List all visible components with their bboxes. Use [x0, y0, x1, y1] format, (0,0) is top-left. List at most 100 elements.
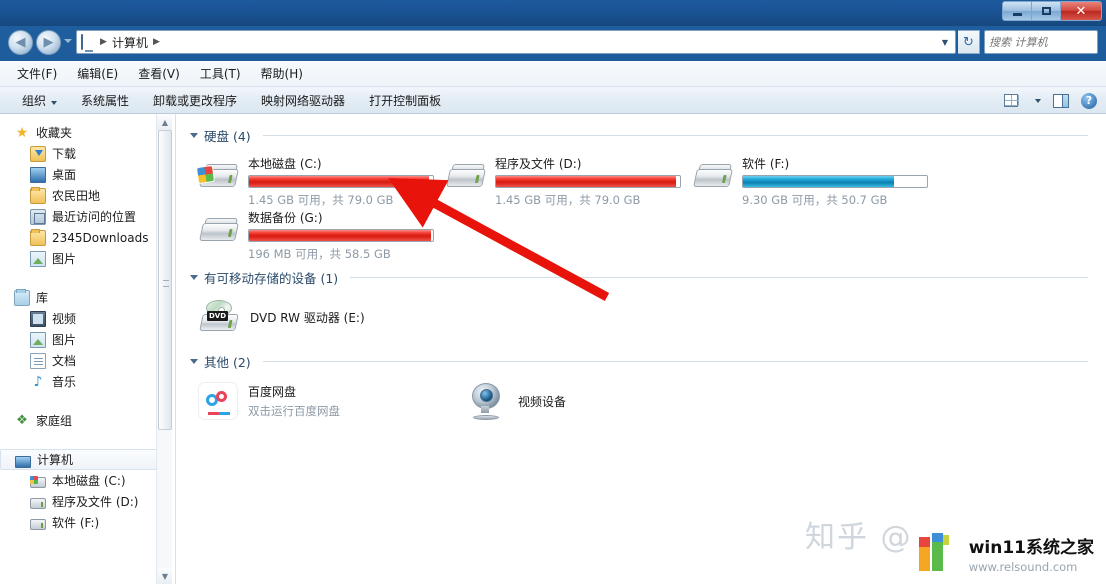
open-control-panel-button[interactable]: 打开控制面板 [357, 88, 453, 113]
breadcrumb-item-computer[interactable]: 计算机 [110, 34, 150, 51]
minimize-button[interactable] [1003, 2, 1032, 20]
sidebar-item-recent-places[interactable]: 最近访问的位置 [0, 206, 172, 227]
sidebar-item-pictures-fav[interactable]: 图片 [0, 248, 172, 269]
drive-tile-c[interactable]: 本地磁盘 (C:) 1.45 GB 可用，共 79.0 GB [194, 152, 441, 207]
sidebar-item-downloads[interactable]: 下载 [0, 143, 172, 164]
scroll-down-arrow-icon[interactable]: ▼ [157, 568, 172, 584]
system-properties-button[interactable]: 系统属性 [69, 88, 141, 113]
view-mode-dropdown[interactable] [1027, 97, 1044, 105]
collapse-triangle-icon[interactable] [190, 274, 198, 280]
video-device-tile[interactable]: 视频设备 [464, 378, 734, 424]
section-header-removable[interactable]: 有可移动存储的设备 (1) [176, 266, 1106, 288]
window-body: ★ 收藏夹 下载 桌面 农民田地 最近访问的位置 2345Downloads 图… [0, 114, 1106, 584]
search-box[interactable] [984, 30, 1106, 54]
drive-capacity-text: 9.30 GB 可用，共 50.7 GB [742, 193, 888, 207]
music-icon: ♪ [33, 373, 43, 390]
sidebar-label: 程序及文件 (D:) [52, 495, 139, 509]
sidebar-label: 图片 [52, 252, 77, 266]
removable-tiles: DVD DVD RW 驱动器 (E:) [176, 288, 1106, 340]
brand-url: www.relsound.com [968, 559, 1078, 574]
menu-edit[interactable]: 编辑(E) [68, 62, 127, 85]
menu-tools[interactable]: 工具(T) [191, 62, 250, 85]
back-button[interactable]: ◀ [8, 30, 33, 55]
sidebar-item-desktop[interactable]: 桌面 [0, 164, 172, 185]
drive-icon [445, 161, 487, 199]
address-bar[interactable]: ▶ 计算机 ▶ ▼ [76, 30, 956, 54]
maximize-button[interactable] [1032, 2, 1061, 20]
collapse-triangle-icon[interactable] [190, 132, 198, 138]
drive-icon [198, 215, 240, 253]
sidebar-item-documents[interactable]: 文档 [0, 350, 172, 371]
nav-group-favorites: ★ 收藏夹 下载 桌面 农民田地 最近访问的位置 2345Downloads 图… [0, 122, 172, 269]
sidebar-item-favorites[interactable]: ★ 收藏夹 [0, 122, 172, 143]
section-header-other[interactable]: 其他 (2) [176, 350, 1106, 372]
history-dropdown-icon[interactable] [64, 39, 72, 43]
drive-tile-f[interactable]: 软件 (F:) 9.30 GB 可用，共 50.7 GB [688, 152, 935, 207]
brand-text: win11系统之家 www.relsound.com [969, 533, 1094, 574]
drive-tile-g[interactable]: 数据备份 (G:) 196 MB 可用，共 58.5 GB [194, 206, 441, 261]
preview-pane-icon [1053, 93, 1069, 108]
recent-places-icon [30, 208, 46, 225]
brand-watermark: win11系统之家 www.relsound.com [910, 524, 1102, 582]
address-dropdown-icon[interactable]: ▼ [937, 38, 953, 47]
drive-name: 程序及文件 (D:) [495, 157, 582, 171]
sidebar-item-videos[interactable]: 视频 [0, 308, 172, 329]
collapse-triangle-icon[interactable] [190, 358, 198, 364]
drive-name: 软件 (F:) [742, 157, 790, 171]
address-row: ◀ ▶ ▶ 计算机 ▶ ▼ ↻ [0, 26, 1106, 59]
breadcrumb-separator-2[interactable]: ▶ [152, 37, 161, 47]
drive-capacity-text: 1.45 GB 可用，共 79.0 GB [495, 193, 641, 207]
scroll-up-arrow-icon[interactable]: ▲ [157, 114, 172, 130]
baidu-netdisk-tile[interactable]: 百度网盘 双击运行百度网盘 [194, 378, 464, 424]
close-button[interactable]: ✕ [1061, 2, 1101, 20]
close-icon: ✕ [1075, 3, 1087, 19]
chevron-down-icon [51, 100, 58, 105]
sidebar-item-nongmintiandi[interactable]: 农民田地 [0, 185, 172, 206]
preview-pane-button[interactable] [1050, 92, 1072, 110]
forward-button[interactable]: ▶ [36, 30, 61, 55]
item-description: 双击运行百度网盘 [248, 404, 340, 418]
drive-name: 本地磁盘 (C:) [248, 157, 322, 171]
sidebar-item-libraries[interactable]: 库 [0, 287, 172, 308]
menu-help[interactable]: 帮助(H) [252, 62, 312, 85]
map-network-drive-button[interactable]: 映射网络驱动器 [249, 88, 357, 113]
computer-icon [15, 455, 31, 468]
capacity-bar [742, 175, 928, 188]
sidebar-item-music[interactable]: ♪ 音乐 [0, 371, 172, 392]
sidebar-item-drive-f[interactable]: 软件 (F:) [0, 512, 172, 533]
sidebar-item-homegroup[interactable]: ❖ 家庭组 [0, 410, 172, 431]
sidebar-label: 库 [36, 291, 49, 305]
sidebar-item-pictures[interactable]: 图片 [0, 329, 172, 350]
item-name: 视频设备 [518, 394, 567, 409]
window-controls: ✕ [1002, 1, 1102, 21]
dvd-drive-tile[interactable]: DVD DVD RW 驱动器 (E:) [194, 294, 464, 340]
scrollbar-thumb[interactable] [158, 130, 172, 430]
view-mode-button[interactable] [1001, 92, 1021, 109]
breadcrumb-separator[interactable]: ▶ [99, 37, 108, 47]
sidebar-scrollbar[interactable]: ▲ ▼ [156, 114, 172, 584]
section-title: 硬盘 (4) [204, 128, 251, 144]
refresh-button[interactable]: ↻ [958, 30, 980, 54]
menu-bar: 文件(F) 编辑(E) 查看(V) 工具(T) 帮助(H) [0, 61, 1106, 87]
sidebar-item-drive-c[interactable]: 本地磁盘 (C:) [0, 470, 172, 491]
folder-icon [30, 228, 46, 246]
sidebar-item-computer[interactable]: 计算机 [0, 449, 166, 470]
section-divider [262, 360, 1088, 362]
computer-icon [81, 34, 97, 50]
sidebar-item-2345downloads[interactable]: 2345Downloads [0, 227, 172, 248]
sidebar-label: 文档 [52, 354, 77, 368]
breadcrumb: ▶ 计算机 ▶ [79, 34, 937, 51]
search-input[interactable] [989, 35, 1106, 49]
drive-info: 程序及文件 (D:) 1.45 GB 可用，共 79.0 GB [495, 155, 684, 208]
sidebar-item-drive-d[interactable]: 程序及文件 (D:) [0, 491, 172, 512]
menu-file[interactable]: 文件(F) [8, 62, 66, 85]
section-header-hard-disks[interactable]: 硬盘 (4) [176, 124, 1106, 146]
uninstall-change-program-button[interactable]: 卸载或更改程序 [141, 88, 249, 113]
drive-tile-d[interactable]: 程序及文件 (D:) 1.45 GB 可用，共 79.0 GB [441, 152, 688, 207]
sidebar-label: 本地磁盘 (C:) [52, 474, 126, 488]
sidebar-label: 图片 [52, 333, 77, 347]
help-button[interactable]: ? [1078, 91, 1100, 111]
organize-button[interactable]: 组织 [10, 88, 69, 113]
menu-view[interactable]: 查看(V) [129, 62, 189, 85]
